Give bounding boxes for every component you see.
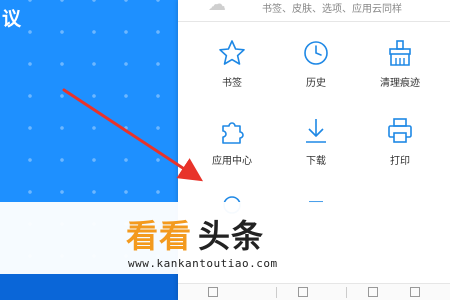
watermark-banner: 看看 头条 www.kankantoutiao.com bbox=[0, 202, 450, 274]
fullscreen-icon[interactable] bbox=[368, 287, 378, 297]
zoom-out-icon[interactable] bbox=[208, 287, 218, 297]
menu-item-label: 下载 bbox=[306, 156, 326, 167]
menu-header[interactable]: ☁ 书签、皮肤、选项、应用云同样 bbox=[178, 0, 450, 22]
cloud-icon: ☁ bbox=[208, 0, 226, 14]
watermark-brand-part1: 看看 bbox=[126, 217, 193, 255]
watermark-logo: 看看 头条 bbox=[126, 211, 264, 257]
star-icon bbox=[219, 40, 245, 65]
menu-item-print[interactable]: 打印 bbox=[360, 116, 440, 186]
zoom-in-icon[interactable] bbox=[298, 287, 308, 297]
watermark-brand-part2: 头条 bbox=[198, 217, 265, 255]
menu-item-label: 历史 bbox=[306, 78, 326, 89]
menu-item-clear-traces[interactable]: 清理痕迹 bbox=[360, 38, 440, 108]
menu-item-app-center[interactable]: 应用中心 bbox=[192, 116, 272, 186]
watermark-url: www.kankantoutiao.com bbox=[128, 257, 278, 270]
page-title-fragment: 议 bbox=[2, 8, 22, 30]
window-icon[interactable] bbox=[410, 287, 420, 297]
footer-divider bbox=[346, 287, 347, 298]
puzzle-icon bbox=[222, 122, 244, 144]
footer-divider bbox=[276, 287, 277, 298]
download-icon bbox=[306, 119, 326, 143]
menu-item-history[interactable]: 历史 bbox=[276, 38, 356, 108]
clock-icon bbox=[304, 41, 328, 65]
menu-item-label: 应用中心 bbox=[212, 156, 252, 167]
menu-footer bbox=[178, 283, 450, 300]
menu-item-label: 书签 bbox=[222, 78, 242, 89]
menu-item-bookmarks[interactable]: 书签 bbox=[192, 38, 272, 108]
menu-item-label: 打印 bbox=[390, 156, 410, 167]
menu-header-text: 书签、皮肤、选项、应用云同样 bbox=[262, 4, 402, 15]
broom-icon bbox=[389, 40, 411, 66]
menu-item-downloads[interactable]: 下载 bbox=[276, 116, 356, 186]
menu-item-label: 清理痕迹 bbox=[380, 78, 420, 89]
printer-icon bbox=[388, 118, 412, 143]
